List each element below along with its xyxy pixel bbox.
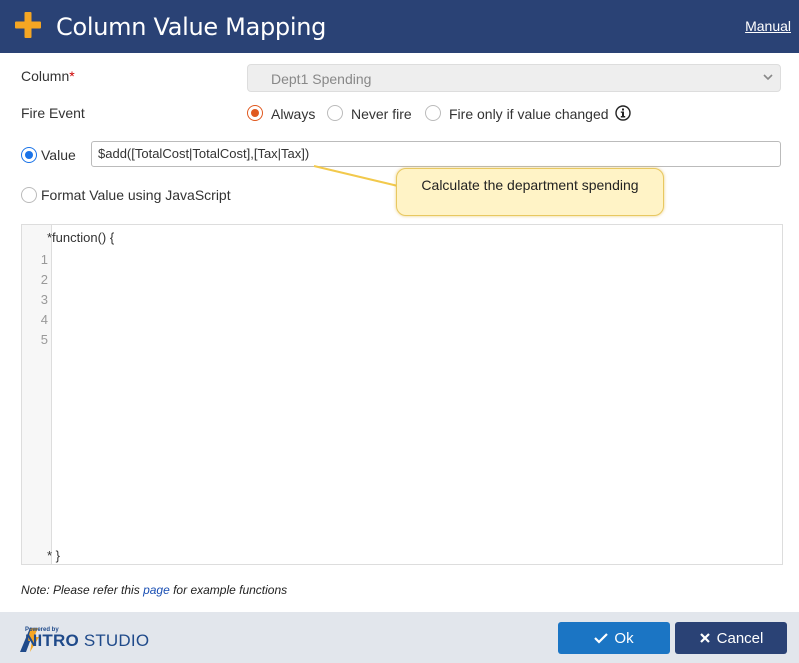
value-expression-input[interactable]: $add([TotalCost|TotalCost],[Tax|Tax]) xyxy=(91,141,781,167)
dialog-footer: Powered by NITRO STUDIO Ok Cancel xyxy=(0,612,799,663)
cancel-button[interactable]: Cancel xyxy=(675,622,787,654)
editor-first-line: *function() { xyxy=(47,230,115,245)
radio-always-label[interactable]: Always xyxy=(271,106,315,122)
info-icon[interactable] xyxy=(615,105,631,121)
radio-never-fire-label[interactable]: Never fire xyxy=(351,106,412,122)
page-link[interactable]: page xyxy=(143,583,170,597)
column-select-value: Dept1 Spending xyxy=(271,71,372,87)
dialog-header: Column Value Mapping Manual xyxy=(0,0,799,53)
editor-gutter: 1 2 3 4 5 xyxy=(22,225,52,564)
column-label: Column* xyxy=(21,68,75,84)
line-number: 1 xyxy=(40,252,48,267)
column-select[interactable]: Dept1 Spending xyxy=(247,64,781,92)
callout-bubble: Calculate the department spending xyxy=(396,168,664,216)
chevron-down-icon xyxy=(763,74,773,81)
radio-always[interactable] xyxy=(247,105,263,121)
plus-icon xyxy=(15,12,41,38)
required-mark: * xyxy=(69,68,75,84)
editor-last-line: * } xyxy=(47,548,61,563)
line-number: 3 xyxy=(40,292,48,307)
radio-fire-if-changed[interactable] xyxy=(425,105,441,121)
brand-name: NITRO STUDIO xyxy=(25,631,150,650)
radio-value[interactable] xyxy=(21,147,37,163)
dialog-title: Column Value Mapping xyxy=(56,13,327,41)
line-number: 4 xyxy=(40,312,48,327)
fire-event-label: Fire Event xyxy=(21,105,85,121)
javascript-editor[interactable]: 1 2 3 4 5 *function() { * } xyxy=(21,224,783,565)
radio-value-label[interactable]: Value xyxy=(41,147,76,163)
radio-format-js-label[interactable]: Format Value using JavaScript xyxy=(41,187,231,203)
line-number: 5 xyxy=(40,332,48,347)
radio-fire-if-changed-label[interactable]: Fire only if value changed xyxy=(449,106,609,122)
radio-format-js[interactable] xyxy=(21,187,37,203)
ok-button[interactable]: Ok xyxy=(558,622,670,654)
help-note: Note: Please refer this page for example… xyxy=(21,583,288,597)
radio-never-fire[interactable] xyxy=(327,105,343,121)
close-icon xyxy=(699,633,710,643)
manual-link[interactable]: Manual xyxy=(745,18,791,34)
check-icon xyxy=(594,633,609,644)
line-number: 2 xyxy=(40,272,48,287)
